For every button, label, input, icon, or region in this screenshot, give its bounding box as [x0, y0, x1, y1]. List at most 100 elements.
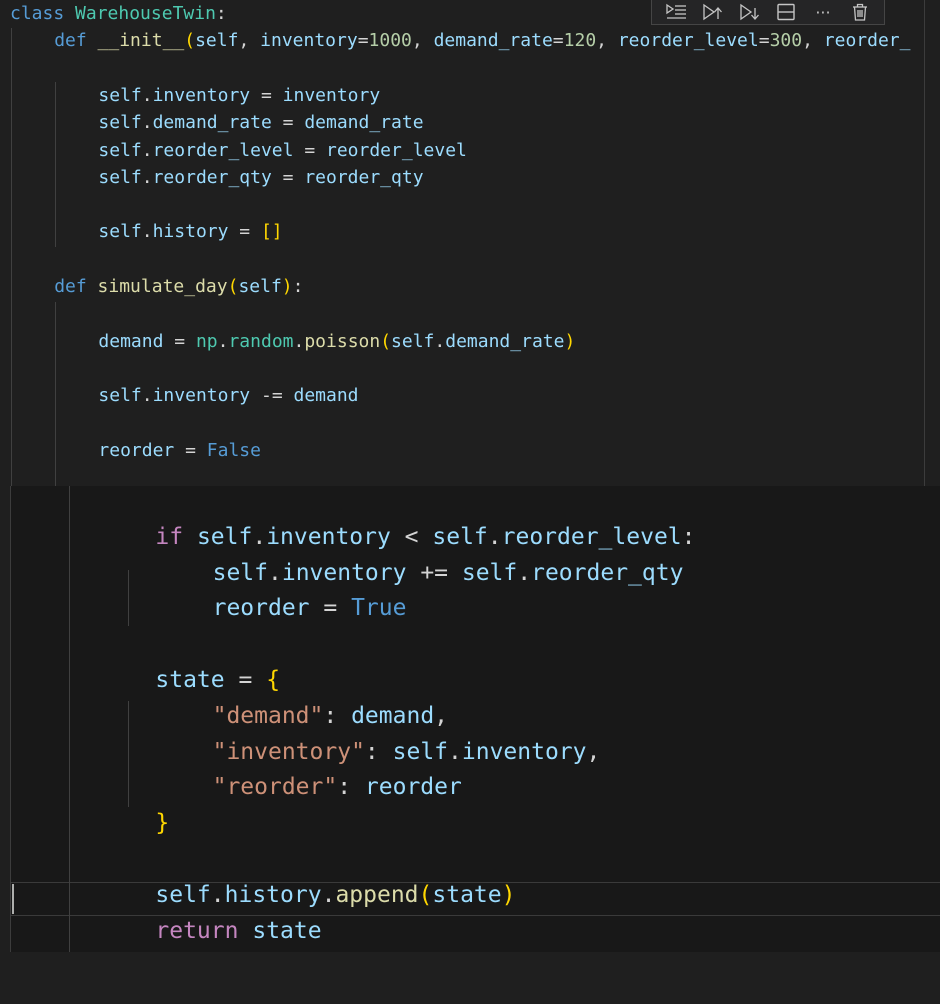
code-line: if self.inventory < self.reorder_level: — [155, 520, 695, 554]
code-line: self.inventory = inventory — [98, 84, 380, 108]
code-line: reorder = False — [98, 439, 261, 463]
indent-guide — [55, 82, 56, 247]
code-token: self — [392, 738, 449, 765]
code-token: . — [267, 559, 282, 586]
code-token: reorder_qty — [531, 559, 684, 586]
code-token: demand — [98, 330, 164, 352]
code-token: state — [432, 881, 502, 908]
code-token: self — [98, 84, 142, 106]
code-token: = — [250, 84, 283, 106]
code-token: history — [224, 881, 322, 908]
code-token: ( — [380, 330, 392, 352]
code-token: . — [210, 881, 225, 908]
code-token: : — [323, 702, 352, 729]
code-token: . — [141, 84, 153, 106]
code-token: = — [758, 30, 770, 52]
code-token: = — [271, 112, 305, 134]
code-token: state — [155, 667, 225, 693]
code-token: self — [98, 385, 142, 407]
code-token: . — [217, 330, 229, 352]
code-token: = — [224, 667, 267, 693]
code-token: , — [586, 738, 601, 765]
code-token: , — [596, 30, 618, 52]
notebook-cell-lower-editor[interactable]: if self.inventory < self.reorder_level: s… — [10, 486, 940, 952]
code-token: random — [228, 330, 294, 352]
code-line: self.reorder_level = reorder_level — [98, 139, 467, 163]
code-token: = — [228, 221, 261, 243]
code-token: : — [292, 276, 304, 297]
code-token: class — [10, 3, 65, 24]
code-token: = — [357, 30, 369, 52]
code-token: reorder_level — [617, 30, 759, 52]
code-token: append — [335, 881, 419, 908]
code-line: self.inventory -= demand — [98, 384, 358, 408]
code-token: demand — [293, 385, 359, 407]
code-token: . — [252, 523, 267, 550]
cell-toolbar: ··· — [651, 0, 885, 25]
code-token: = — [552, 30, 564, 52]
code-token: : — [337, 774, 365, 801]
code-token: . — [517, 559, 532, 586]
code-token: self — [98, 139, 142, 161]
code-token: self — [196, 523, 253, 550]
code-token: ( — [184, 30, 196, 52]
code-token: reorder_ — [823, 30, 911, 52]
code-token: . — [448, 738, 462, 765]
code-token: inventory — [461, 738, 587, 765]
code-token: state — [252, 917, 322, 944]
code-line: self.history = [] — [98, 220, 282, 244]
indent-guide — [128, 570, 129, 626]
code-token: simulate_day — [97, 276, 228, 297]
code-token: inventory — [152, 84, 251, 106]
code-line: self.history.append(state) — [155, 878, 515, 912]
split-cell-icon[interactable] — [772, 1, 800, 23]
code-line: reorder = True — [213, 591, 407, 625]
code-token: . — [321, 881, 336, 908]
indent-guide — [128, 701, 129, 807]
code-token: : — [681, 523, 696, 550]
code-line: self.reorder_qty = reorder_qty — [98, 166, 423, 190]
code-token: ( — [418, 881, 433, 908]
code-token: : — [215, 3, 227, 24]
code-token: poisson — [304, 330, 381, 352]
code-token: . — [141, 139, 153, 161]
code-line: demand = np.random.poisson(self.demand_r… — [98, 330, 575, 354]
cell-gutter — [0, 486, 10, 1004]
more-actions-icon[interactable]: ··· — [809, 1, 837, 23]
code-token: demand_rate — [433, 30, 553, 52]
execute-below-icon[interactable] — [736, 1, 764, 23]
code-token: , — [434, 702, 449, 729]
code-token: def — [54, 276, 87, 297]
code-line: "inventory": self.inventory, — [213, 735, 601, 769]
code-token: demand_rate — [152, 112, 272, 134]
cell-footer — [10, 952, 940, 1004]
code-line: self.demand_rate = demand_rate — [98, 111, 423, 135]
code-line: class WarehouseTwin: — [10, 2, 227, 26]
notebook-cell-upper-editor[interactable]: class WarehouseTwin: def __init__(self, i… — [0, 0, 925, 486]
code-token: . — [434, 330, 446, 352]
code-line: } — [155, 806, 169, 840]
run-by-line-icon[interactable] — [662, 1, 690, 23]
code-token: < — [390, 523, 433, 550]
code-token: reorder — [98, 439, 175, 461]
code-token: ( — [227, 276, 239, 297]
code-token: 1000 — [368, 30, 412, 52]
code-token: ) — [281, 276, 293, 297]
code-token: reorder — [212, 595, 310, 622]
code-token: __init__ — [97, 30, 185, 52]
code-token: False — [206, 439, 261, 461]
code-token: return — [155, 917, 239, 944]
execute-above-icon[interactable] — [699, 1, 727, 23]
code-token: self — [432, 523, 488, 550]
code-line: def __init__(self, inventory=1000, deman… — [54, 29, 910, 53]
code-line: def simulate_day(self): — [54, 275, 303, 299]
code-token: reorder_qty — [304, 166, 424, 188]
code-token: . — [141, 385, 153, 407]
code-token: self — [98, 166, 142, 188]
code-token: , — [411, 30, 434, 52]
delete-cell-icon[interactable] — [846, 1, 874, 23]
code-token: if — [155, 523, 184, 550]
